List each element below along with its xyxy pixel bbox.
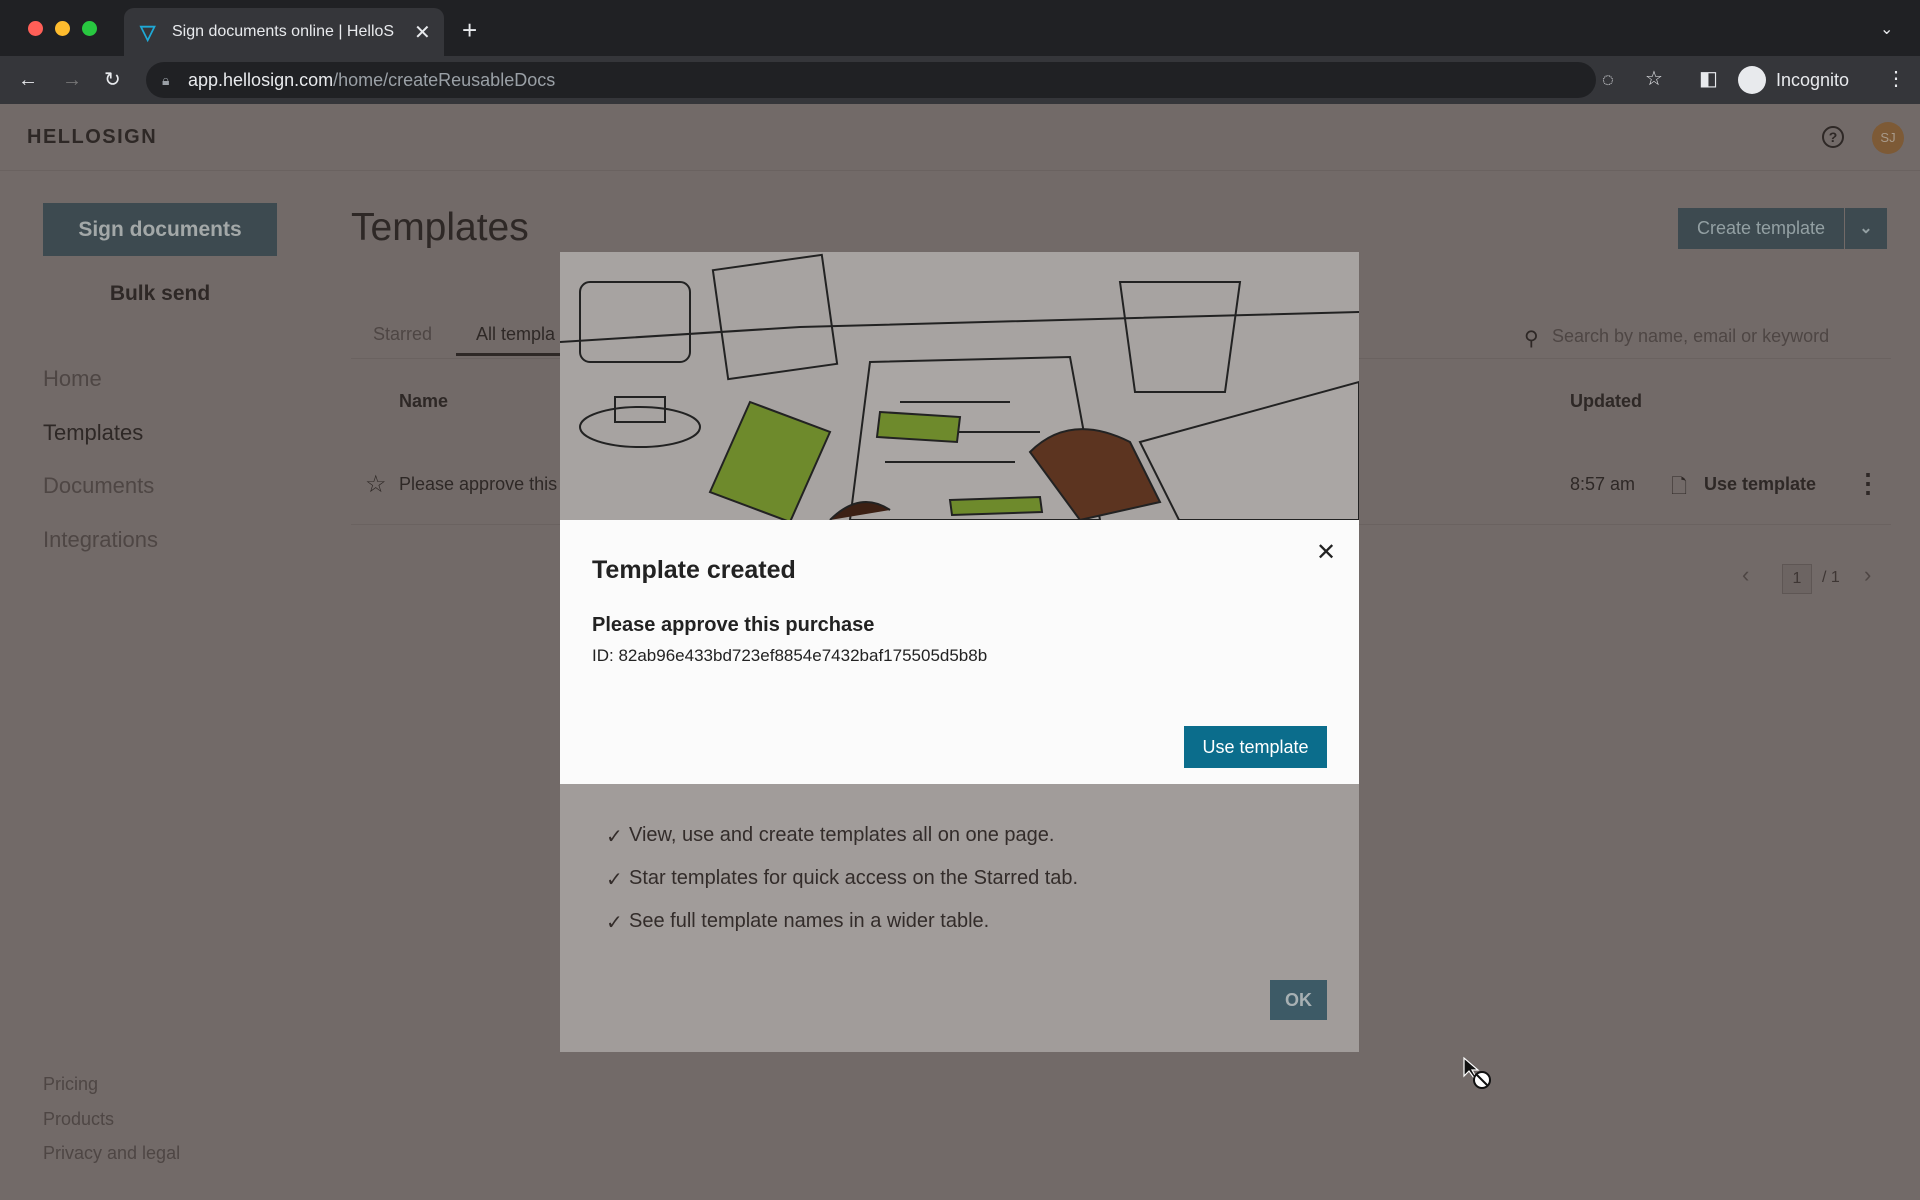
browser-tab[interactable]: ▽ Sign documents online | HelloS ✕	[124, 8, 444, 56]
hellosign-favicon-icon: ▽	[140, 22, 156, 44]
more-options-icon[interactable]: ⋮	[1855, 468, 1881, 499]
url-input[interactable]: 🔒︎ app.hellosign.com/home/createReusable…	[146, 62, 1596, 98]
sidebar-item-templates[interactable]: Templates	[43, 420, 143, 446]
ok-button[interactable]: OK	[1270, 980, 1327, 1020]
lock-icon: 🔒︎	[162, 72, 170, 88]
template-id: ID: 82ab96e433bd723ef8854e7432baf175505d…	[592, 646, 988, 665]
prev-page-icon[interactable]: ‹	[1742, 562, 1749, 588]
new-tab-icon[interactable]: +	[462, 17, 477, 43]
footer-link-products[interactable]: Products	[43, 1109, 114, 1130]
not-allowed-cursor-icon	[1463, 1056, 1491, 1089]
browser-tab-bar: ▽ Sign documents online | HelloS ✕ + ⌄	[0, 0, 1920, 56]
tab-starred[interactable]: Starred	[373, 324, 432, 345]
sidebar-item-home[interactable]: Home	[43, 366, 102, 392]
feature-item: View, use and create templates all on on…	[629, 824, 1055, 846]
help-icon[interactable]: ?	[1822, 126, 1844, 148]
bookmark-star-icon[interactable]: ☆	[1645, 69, 1663, 89]
reload-icon[interactable]: ↻	[104, 70, 121, 90]
tab-title: Sign documents online | HelloS	[172, 23, 395, 40]
url-host: app.hellosign.com	[188, 70, 334, 90]
tab-all-templates-label: All templa	[476, 324, 556, 344]
search-input[interactable]	[1552, 322, 1892, 350]
page-total: / 1	[1822, 569, 1840, 586]
browser-menu-icon[interactable]: ⋮	[1886, 69, 1906, 89]
use-template-button[interactable]: Use template	[1184, 726, 1327, 768]
sidebar-item-integrations[interactable]: Integrations	[43, 527, 158, 553]
template-created-dialog: Template created ✕ Please approve this p…	[560, 520, 1359, 784]
sidebar-item-documents[interactable]: Documents	[43, 473, 154, 499]
incognito-icon[interactable]	[1738, 66, 1766, 94]
check-icon: ✓	[606, 869, 623, 891]
next-page-icon[interactable]: ›	[1864, 562, 1871, 588]
close-window-button[interactable]	[28, 21, 43, 36]
footer-link-pricing[interactable]: Pricing	[43, 1074, 98, 1095]
check-icon: ✓	[606, 912, 623, 934]
templates-illustration	[560, 252, 1359, 520]
footer-link-privacy[interactable]: Privacy and legal	[43, 1143, 180, 1164]
close-tab-icon[interactable]: ✕	[414, 20, 431, 45]
dialog-title: Template created	[592, 556, 796, 584]
sign-documents-button[interactable]: Sign documents	[43, 203, 277, 256]
create-template-button[interactable]: Create template	[1678, 208, 1844, 249]
hellosign-logo[interactable]: HELLOSIGN	[27, 126, 157, 149]
avatar[interactable]: SJ	[1872, 122, 1904, 154]
eye-off-icon[interactable]: ◌	[1602, 70, 1614, 90]
feature-item: Star templates for quick access on the S…	[629, 867, 1079, 889]
tab-search-chevron-icon[interactable]: ⌄	[1880, 20, 1893, 40]
side-panel-icon[interactable]: ◧	[1699, 69, 1718, 89]
forward-icon[interactable]: →	[62, 70, 82, 90]
page-title: Templates	[351, 206, 529, 249]
app-header: HELLOSIGN ? SJ	[0, 104, 1920, 171]
profile-label[interactable]: Incognito	[1776, 70, 1849, 91]
url-path: /home/createReusableDocs	[333, 70, 556, 90]
column-header-name[interactable]: Name	[399, 391, 448, 412]
bulk-send-button[interactable]: Bulk send	[43, 274, 277, 314]
close-icon[interactable]: ✕	[1316, 538, 1336, 567]
document-icon: 🗋︎	[1671, 476, 1688, 498]
star-icon[interactable]: ☆	[365, 470, 387, 499]
check-icon: ✓	[606, 826, 623, 848]
use-template-row-button[interactable]: Use template	[1704, 474, 1816, 495]
search-icon: ⚲	[1524, 328, 1539, 350]
back-icon[interactable]: ←	[18, 70, 38, 90]
feature-item: See full template names in a wider table…	[629, 910, 990, 932]
column-header-updated[interactable]: Updated	[1570, 391, 1642, 412]
template-name[interactable]: Please approve this	[399, 474, 557, 495]
page-number-input[interactable]: 1	[1782, 564, 1812, 594]
minimize-window-button[interactable]	[55, 21, 70, 36]
create-template-dropdown-chevron-icon[interactable]: ⌄	[1845, 208, 1887, 249]
maximize-window-button[interactable]	[82, 21, 97, 36]
template-updated: 8:57 am	[1570, 474, 1636, 494]
template-name: Please approve this purchase	[592, 614, 875, 636]
